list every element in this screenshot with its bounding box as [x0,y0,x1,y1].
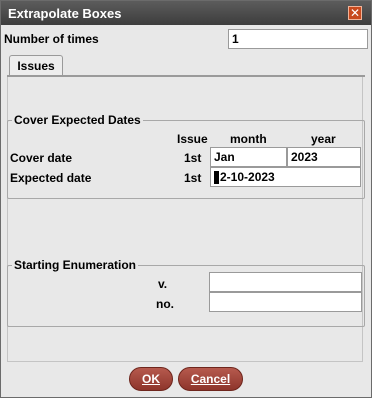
close-icon[interactable]: ✕ [348,6,362,20]
cover-date-label: Cover date [10,151,73,165]
expected-issue-value: 1st [184,171,202,185]
number-of-times-label: Number of times [4,32,99,46]
volume-input[interactable] [209,272,362,292]
dialog-title: Extrapolate Boxes [8,6,122,21]
volume-label: v. [158,277,168,291]
title-bar[interactable]: Extrapolate Boxes ✕ [1,1,371,25]
issue-header: Issue [177,132,208,146]
number-label: no. [156,297,174,311]
text-cursor [214,171,219,184]
cancel-button[interactable]: Cancel [178,367,243,391]
expected-date-label: Expected date [10,171,92,185]
tab-issues[interactable]: Issues [9,55,63,76]
cover-issue-value: 1st [184,151,202,165]
expected-date-input[interactable]: 2-10-2023 [210,167,361,187]
ok-button[interactable]: OK [129,367,173,391]
cover-year-input[interactable]: 2023 [287,147,361,167]
cover-expected-dates-legend: Cover Expected Dates [14,113,141,127]
extrapolate-boxes-dialog: Extrapolate Boxes ✕ Number of times 1 Is… [0,0,372,398]
year-header: year [311,132,336,146]
number-of-times-input[interactable]: 1 [228,29,368,49]
expected-date-value: 2-10-2023 [220,170,275,184]
starting-enumeration-legend: Starting Enumeration [14,258,137,272]
month-header: month [230,132,267,146]
number-input[interactable] [209,292,362,312]
cover-month-input[interactable]: Jan [210,147,287,167]
